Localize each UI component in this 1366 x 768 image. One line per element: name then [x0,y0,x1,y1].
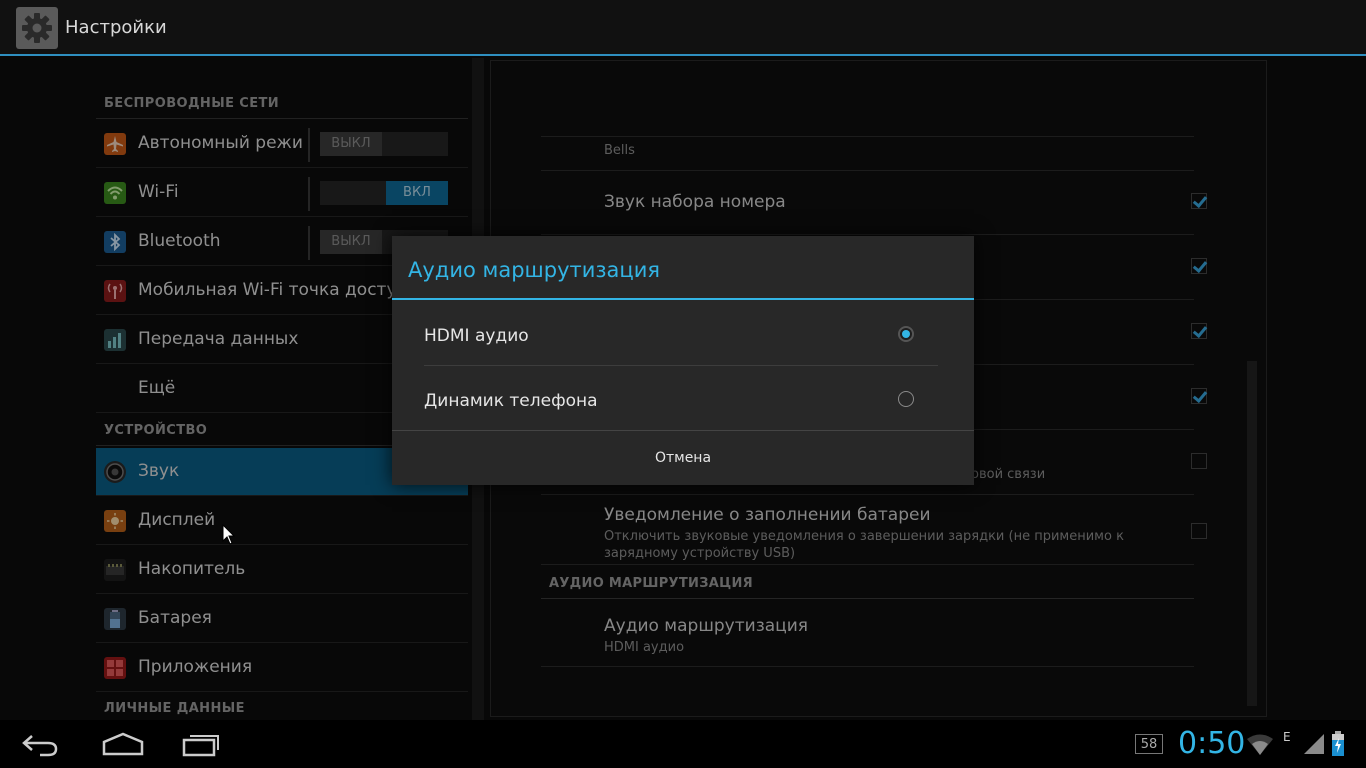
cancel-button[interactable]: Отмена [392,431,974,485]
mouse-cursor-icon [222,524,236,545]
radio-button[interactable] [898,391,914,407]
audio-routing-dialog: Аудио маршрутизация HDMI аудио Динамик т… [392,236,974,485]
option-phone-speaker[interactable]: Динамик телефона [424,367,938,431]
notification-count-badge[interactable]: 58 [1135,734,1163,754]
recent-apps-icon[interactable] [178,730,228,758]
network-type-label: E [1283,730,1291,744]
battery-charging-icon [1332,731,1344,756]
radio-button-selected[interactable] [898,326,914,342]
back-icon[interactable] [18,730,68,758]
dialog-title-divider [392,298,974,300]
gear-icon[interactable] [16,7,58,49]
divider [424,365,938,366]
wifi-signal-icon [1247,734,1273,755]
cell-signal-icon [1304,734,1324,754]
system-bar: 58 0:50 E [0,720,1366,768]
home-icon[interactable] [98,730,148,758]
clock[interactable]: 0:50 [1178,726,1245,761]
option-label: HDMI аудио [424,326,529,346]
option-hdmi-audio[interactable]: HDMI аудио [424,302,938,366]
app-title: Настройки [65,17,167,38]
action-bar: Настройки [0,0,1366,56]
dialog-title: Аудио маршрутизация [408,258,660,282]
option-label: Динамик телефона [424,391,598,411]
